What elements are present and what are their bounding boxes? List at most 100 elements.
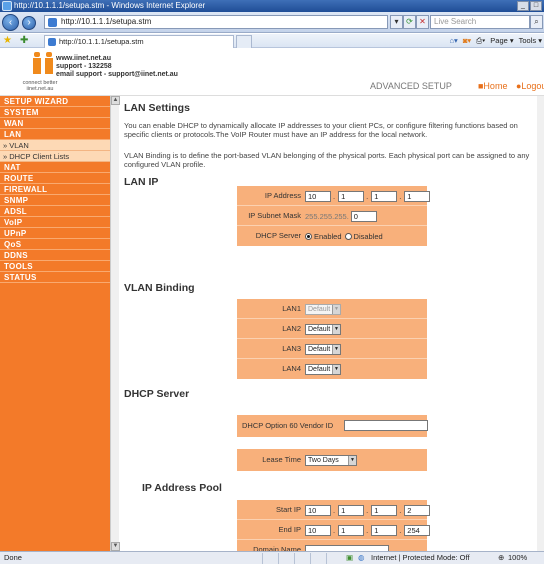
sidebar-item[interactable]: QoS	[0, 239, 110, 250]
sidebar-item[interactable]: UPnP	[0, 228, 110, 239]
sidebar-item[interactable]: » DHCP Client Lists	[0, 151, 110, 162]
dhcp-enabled-radio[interactable]	[305, 233, 312, 240]
refresh-icon[interactable]: ⟳	[403, 15, 416, 29]
stop-icon[interactable]: ✕	[416, 15, 429, 29]
vlan-profile-value: Default	[308, 346, 331, 353]
sidebar-item[interactable]: STATUS	[0, 272, 110, 283]
scroll-down-arrow-icon[interactable]: ▼	[111, 542, 120, 551]
sidebar-item[interactable]: SYSTEM	[0, 107, 110, 118]
subnet-mask-row: IP Subnet Mask 255.255.255. 0	[237, 206, 427, 226]
search-input[interactable]: Live Search	[430, 15, 530, 29]
ip-octet-3[interactable]: 1	[371, 191, 398, 202]
tab-bar: ★ ✚ http://10.1.1.1/setupa.stm ⌂▾ ◙▾ ⎙▾ …	[0, 34, 544, 48]
sidebar-item[interactable]: SETUP WIZARD	[0, 96, 110, 107]
sidebar-item[interactable]: VoIP	[0, 217, 110, 228]
zoom-icon[interactable]: ⊕	[498, 552, 504, 564]
end-ip-octet-1[interactable]: 10	[305, 525, 331, 536]
sidebar-item[interactable]: TOOLS	[0, 261, 110, 272]
minimize-button[interactable]: _	[517, 1, 529, 11]
dhcp-server-row: DHCP Server Enabled Disabled	[237, 226, 427, 246]
iinet-logo	[31, 52, 59, 74]
logo-tagline: connect better iinet.net.au	[22, 80, 58, 92]
forward-button[interactable]: ›	[22, 16, 36, 30]
sidebar-item[interactable]: ADSL	[0, 206, 110, 217]
url-dropdown-button[interactable]: ▾	[390, 15, 403, 29]
vendor-id-input[interactable]	[344, 420, 428, 431]
scroll-up-arrow-icon[interactable]: ▲	[111, 96, 120, 105]
sidebar-scrollbar[interactable]: ▲ ▼	[110, 96, 120, 551]
feeds-icon[interactable]: ◙▾	[463, 35, 471, 47]
add-favorites-icon[interactable]: ✚	[20, 35, 28, 46]
new-tab-button[interactable]	[236, 35, 252, 48]
subnet-mask-label: IP Subnet Mask	[248, 211, 301, 220]
top-links: ■Home ●Logout	[478, 81, 544, 91]
dhcp-disabled-radio[interactable]	[344, 233, 352, 240]
end-ip-octet-3[interactable]: 1	[371, 525, 398, 536]
back-button[interactable]: ‹	[2, 14, 19, 31]
chevron-down-icon: ▼	[332, 365, 340, 374]
vlan-profile-value: Default	[308, 306, 331, 313]
search-icon[interactable]: ⌕	[530, 15, 543, 29]
vlan-profile-select[interactable]: Default ▼	[305, 324, 341, 335]
dhcp-vendor-table: DHCP Option 60 Vendor ID	[237, 415, 428, 437]
end-ip-octet-2[interactable]: 1	[338, 525, 365, 536]
vendor-id-row: DHCP Option 60 Vendor ID	[237, 415, 428, 437]
vlan-row: LAN2 Default ▼	[237, 319, 427, 339]
sidebar-item[interactable]: ROUTE	[0, 173, 110, 184]
print-icon[interactable]: ⎙▾	[476, 35, 485, 47]
sidebar-nav: SETUP WIZARD SYSTEM WAN LAN» VLAN» DHCP Cli…	[0, 96, 110, 551]
lan-ip-table: IP Address 10. 1. 1. 1 IP Subnet Mask 25…	[237, 186, 431, 246]
vlan-profile-select[interactable]: Default ▼	[305, 344, 341, 355]
end-ip-octet-4[interactable]: 254	[404, 525, 431, 536]
status-cell	[310, 553, 326, 564]
sidebar-item[interactable]: DDNS	[0, 250, 110, 261]
sidebar-item[interactable]: SNMP	[0, 195, 110, 206]
contact-line: www.iinet.net.au	[56, 55, 111, 62]
status-cell	[294, 553, 310, 564]
vlan-row: LAN3 Default ▼	[237, 339, 427, 359]
sidebar-item[interactable]: FIREWALL	[0, 184, 110, 195]
sidebar-item[interactable]: » VLAN	[0, 140, 110, 151]
lease-time-select[interactable]: Two Days ▼	[305, 455, 357, 466]
home-icon[interactable]: ⌂▾	[450, 35, 458, 47]
page-scrollbar[interactable]	[537, 96, 544, 551]
logout-link[interactable]: ●Logout	[516, 81, 544, 91]
vlan-port-label: LAN4	[282, 364, 301, 373]
page-title: LAN Settings	[124, 102, 190, 114]
sidebar-item[interactable]: LAN	[0, 129, 110, 140]
start-ip-octet-4[interactable]: 2	[404, 505, 431, 516]
contact-line: email support - support@iinet.net.au	[56, 71, 178, 78]
tab-setup[interactable]: http://10.1.1.1/setupa.stm	[44, 35, 234, 48]
contact-line: support - 132258	[56, 63, 112, 70]
page-menu[interactable]: Page ▾	[490, 35, 513, 47]
ip-pool-heading: IP Address Pool	[142, 482, 222, 494]
start-ip-octet-2[interactable]: 1	[338, 505, 365, 516]
ip-octet-2[interactable]: 1	[338, 191, 365, 202]
sidebar-item[interactable]: WAN	[0, 118, 110, 129]
dhcp-server-label: DHCP Server	[255, 231, 301, 240]
window-controls: _ □	[517, 1, 542, 11]
ip-address-row: IP Address 10. 1. 1. 1	[237, 186, 431, 206]
vlan-profile-value: Default	[308, 366, 331, 373]
vlan-profile-select[interactable]: Default ▼	[305, 364, 341, 375]
lan-ip-heading: LAN IP	[124, 176, 159, 188]
start-ip-octet-3[interactable]: 1	[371, 505, 398, 516]
tab-page-icon	[48, 38, 56, 46]
zoom-level[interactable]: 100%	[508, 552, 527, 564]
ip-address-label: IP Address	[264, 191, 301, 200]
maximize-button[interactable]: □	[530, 1, 542, 11]
home-link[interactable]: ■Home	[478, 81, 507, 91]
ip-octet-1[interactable]: 10	[305, 191, 331, 202]
sidebar-item[interactable]: NAT	[0, 162, 110, 173]
url-input[interactable]: http://10.1.1.1/setupa.stm	[44, 15, 388, 29]
domain-name-row: Domain Name	[237, 540, 427, 551]
favorites-star-icon[interactable]: ★	[3, 35, 12, 46]
start-ip-octet-1[interactable]: 10	[305, 505, 331, 516]
tools-menu[interactable]: Tools ▾	[519, 35, 542, 47]
subnet-mask-last-octet[interactable]: 0	[350, 211, 377, 222]
vendor-id-label: DHCP Option 60 Vendor ID	[242, 421, 334, 430]
ip-pool-table: Start IP 10. 1. 1. 2 End IP 10. 1. 1. 25…	[237, 500, 431, 551]
vlan-profile-select[interactable]: Default ▼	[305, 304, 341, 315]
main-content: LAN Settings You can enable DHCP to dyna…	[120, 96, 542, 551]
ip-octet-4[interactable]: 1	[404, 191, 431, 202]
